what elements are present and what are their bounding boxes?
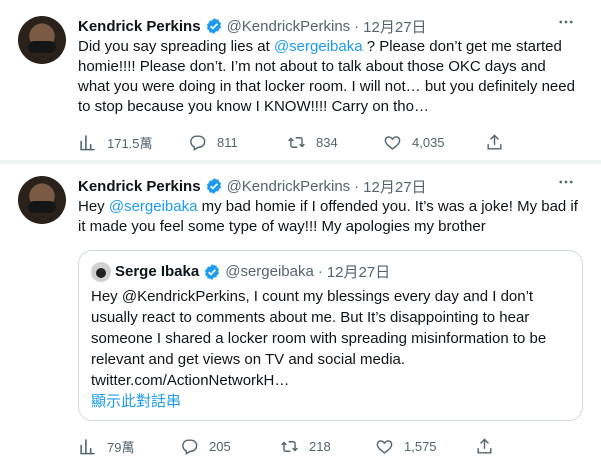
views-icon	[78, 133, 97, 152]
verified-badge-icon	[203, 263, 221, 281]
views-count: 171.5萬	[107, 135, 153, 151]
quoted-tweet-date: 12月27日	[326, 264, 391, 281]
more-icon[interactable]	[551, 167, 581, 197]
share-button[interactable]	[485, 133, 504, 152]
like-button[interactable]: 1,575	[375, 437, 475, 456]
retweet-icon	[280, 437, 299, 456]
verified-badge-icon	[205, 177, 223, 195]
mention-link[interactable]: @sergeibaka	[274, 38, 363, 55]
like-icon	[375, 437, 394, 456]
author-handle[interactable]: @KendrickPerkins	[227, 178, 351, 195]
separator-dot: ·	[354, 17, 360, 35]
tweet-text-before: Did you say spreading lies at	[78, 38, 274, 55]
reply-button[interactable]: 811	[188, 133, 287, 152]
author-handle[interactable]: @KendrickPerkins	[227, 18, 351, 35]
share-icon	[485, 133, 504, 152]
quoted-author-handle: @sergeibaka	[225, 263, 314, 280]
like-count: 4,035	[412, 134, 445, 150]
show-thread-link[interactable]: 顯示此對話串	[91, 390, 181, 411]
reply-count: 811	[217, 134, 238, 150]
retweet-icon	[287, 133, 306, 152]
tweet[interactable]: Kendrick Perkins @KendrickPerkins · 12月2…	[0, 164, 601, 466]
quoted-avatar	[91, 261, 111, 282]
quoted-tweet[interactable]: Serge Ibaka @sergeibaka · 12月27日 Hey @Ke…	[78, 250, 583, 421]
views-icon	[78, 437, 97, 456]
action-bar: 171.5萬 811 834 4,035	[78, 131, 504, 153]
views-button[interactable]: 171.5萬	[78, 133, 188, 152]
reply-count: 205	[209, 438, 231, 454]
retweet-count: 834	[316, 134, 338, 150]
like-count: 1,575	[404, 438, 437, 454]
tweet-text: Hey @sergeibaka my bad homie if I offend…	[78, 197, 578, 237]
reply-icon	[180, 437, 199, 456]
reply-button[interactable]: 205	[180, 437, 280, 456]
tweet-text: Did you say spreading lies at @sergeibak…	[78, 37, 578, 117]
action-bar: 79萬 205 218 1,575	[78, 435, 494, 457]
views-button[interactable]: 79萬	[78, 437, 180, 456]
retweet-button[interactable]: 218	[280, 437, 375, 456]
retweet-button[interactable]: 834	[287, 133, 383, 152]
separator-dot: ·	[317, 263, 323, 280]
share-icon	[475, 437, 494, 456]
like-icon	[383, 133, 402, 152]
separator-dot: ·	[354, 177, 360, 195]
quoted-author-name: Serge Ibaka	[115, 263, 200, 280]
more-icon[interactable]	[551, 7, 581, 37]
like-button[interactable]: 4,035	[383, 133, 485, 152]
share-button[interactable]	[475, 437, 494, 456]
author-name[interactable]: Kendrick Perkins	[78, 178, 201, 195]
views-count: 79萬	[107, 439, 135, 455]
tweet-text-before: Hey	[78, 198, 109, 215]
tweet-date[interactable]: 12月27日	[363, 176, 426, 197]
tweet-date[interactable]: 12月27日	[363, 16, 426, 37]
tweet[interactable]: Kendrick Perkins @KendrickPerkins · 12月2…	[0, 0, 601, 160]
retweet-count: 218	[309, 438, 331, 454]
quoted-tweet-header: Serge Ibaka @sergeibaka · 12月27日	[91, 261, 390, 282]
tweet-header: Kendrick Perkins @KendrickPerkins · 12月2…	[78, 15, 427, 37]
verified-badge-icon	[205, 17, 223, 35]
tweet-header: Kendrick Perkins @KendrickPerkins · 12月2…	[78, 175, 427, 197]
author-name[interactable]: Kendrick Perkins	[78, 18, 201, 35]
avatar[interactable]	[18, 16, 66, 64]
reply-icon	[188, 133, 207, 152]
avatar[interactable]	[18, 176, 66, 224]
quoted-tweet-text: Hey @KendrickPerkins, I count my blessin…	[91, 288, 547, 389]
mention-link[interactable]: @sergeibaka	[109, 198, 198, 215]
